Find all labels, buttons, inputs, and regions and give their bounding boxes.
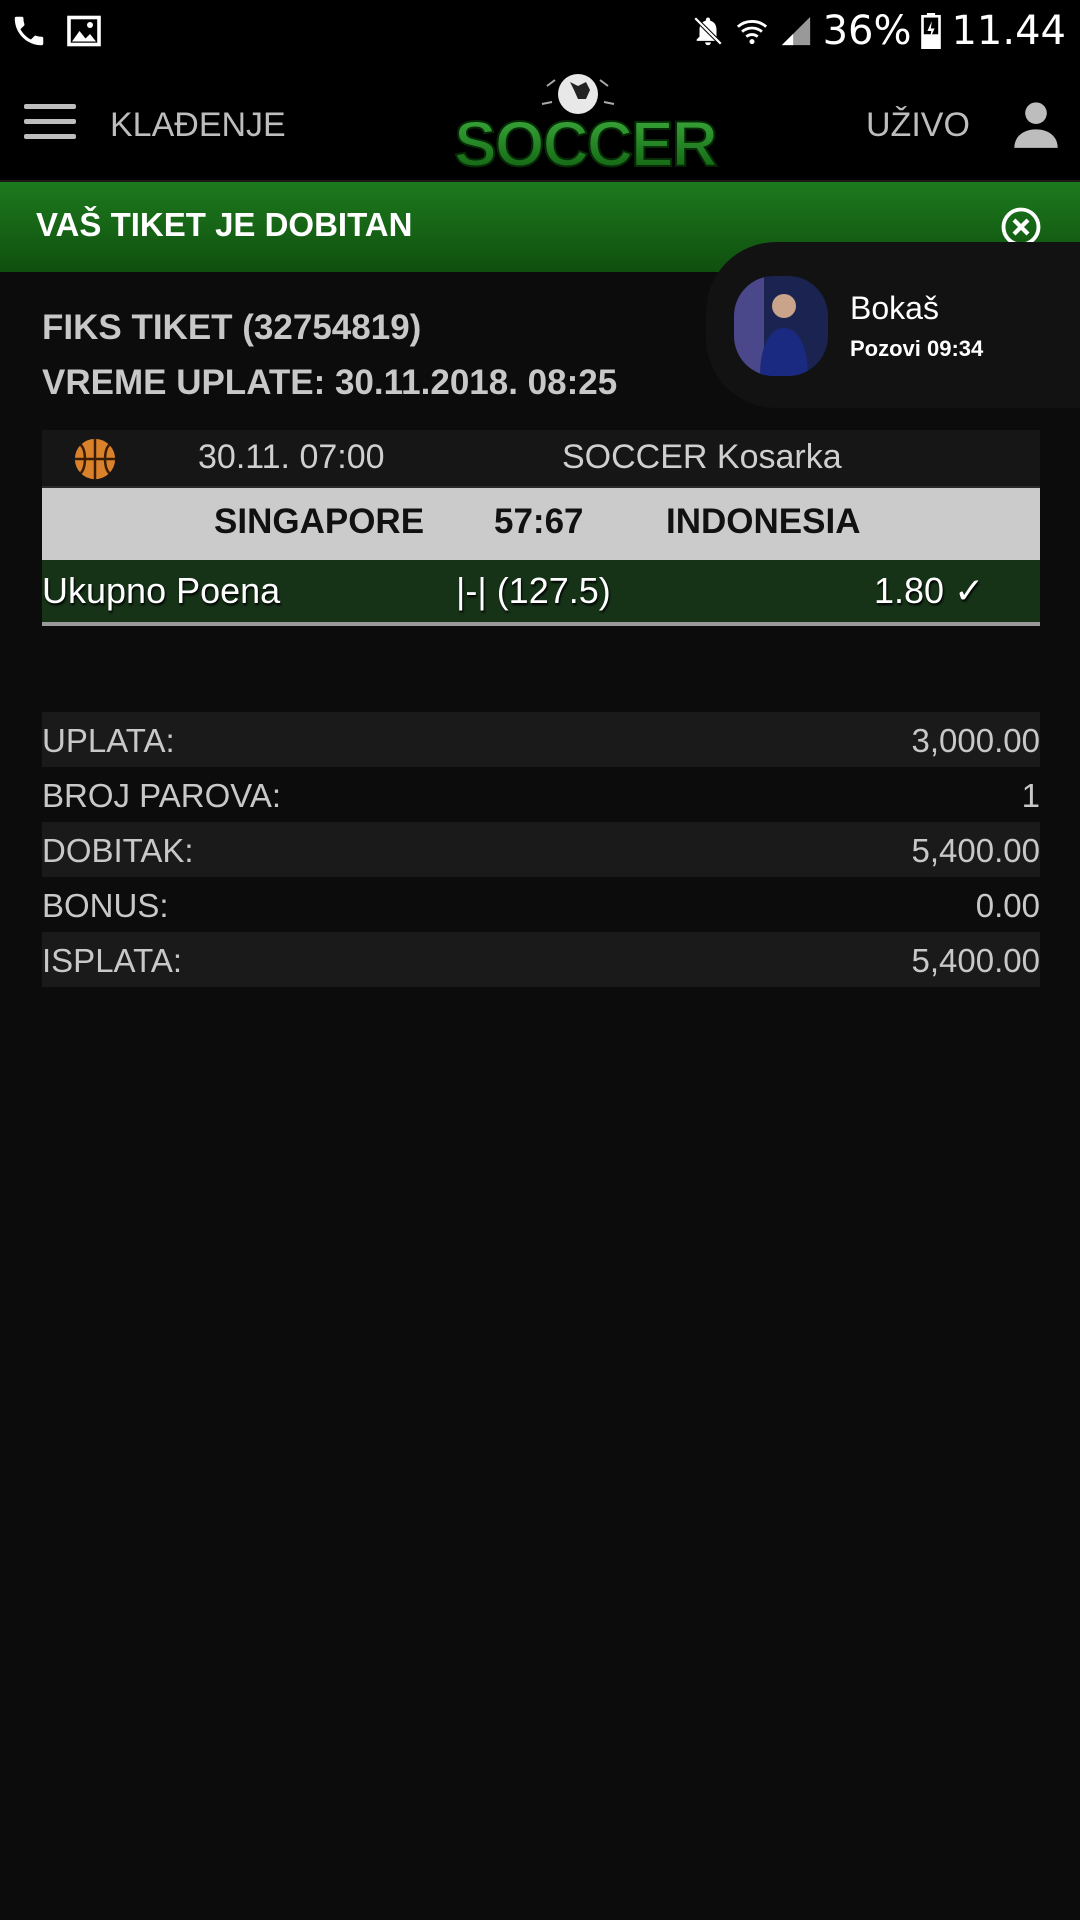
bet-odds: 1.80 ✓ <box>874 570 985 611</box>
user-account-icon[interactable] <box>1010 98 1062 150</box>
summary-row-pairs: BROJ PAROVA: 1 <box>42 767 1040 822</box>
summary-row-winnings: DOBITAK: 5,400.00 <box>42 822 1040 877</box>
away-team: INDONESIA <box>666 502 861 541</box>
signal-icon <box>781 16 810 46</box>
logo-text: SOCCER <box>454 108 717 178</box>
summary-row-payout: ISPLATA: 5,400.00 <box>42 932 1040 987</box>
bet-market: Ukupno Poena <box>42 570 281 611</box>
match-score: 57:67 <box>494 502 584 541</box>
match-datetime: 30.11. 07:00 <box>198 438 385 476</box>
summary-label: DOBITAK: <box>42 832 194 869</box>
match-teams-row: SINGAPORE 57:67 INDONESIA <box>42 488 1040 560</box>
battery-percent: 36% <box>822 8 912 54</box>
status-bar: 36% 11.44 <box>0 0 1080 62</box>
wifi-icon <box>736 20 767 45</box>
soccer-logo[interactable]: SOCCER <box>440 70 730 178</box>
match-league: SOCCER Kosarka <box>562 438 842 476</box>
summary-label: BONUS: <box>42 887 169 924</box>
summary-value: 0.00 <box>975 887 1040 924</box>
summary-value: 1 <box>1021 777 1040 814</box>
ticket-payment-time: VREME UPLATE: 30.11.2018. 08:25 <box>42 363 618 402</box>
nav-live-link[interactable]: UŽIVO <box>866 106 970 145</box>
summary-value: 5,400.00 <box>911 942 1040 979</box>
call-subtitle: Pozovi 09:34 <box>850 336 984 361</box>
phone-icon <box>14 16 44 46</box>
caller-name: Bokaš <box>850 290 939 326</box>
bet-pick-row: Ukupno Poena |-| (127.5) 1.80 ✓ <box>42 560 1040 626</box>
caller-avatar <box>734 276 828 376</box>
summary-label: ISPLATA: <box>42 942 182 979</box>
match-meta-row: 30.11. 07:00 SOCCER Kosarka <box>42 430 1040 488</box>
banner-title: VAŠ TIKET JE DOBITAN <box>36 206 413 243</box>
battery-icon <box>921 13 942 49</box>
app-header: KLAĐENJE SOCCER UŽIVO <box>0 62 1080 182</box>
summary-label: BROJ PAROVA: <box>42 777 281 814</box>
summary-row-bonus: BONUS: 0.00 <box>42 877 1040 932</box>
summary-row-stake: UPLATA: 3,000.00 <box>42 712 1040 767</box>
basketball-icon <box>74 438 116 480</box>
nav-betting-link[interactable]: KLAĐENJE <box>110 106 286 145</box>
summary-value: 3,000.00 <box>911 722 1040 759</box>
mute-icon <box>693 16 722 46</box>
image-notification-icon <box>67 15 101 47</box>
call-bubble[interactable]: Bokaš Pozovi 09:34 <box>706 242 1080 408</box>
clock: 11.44 <box>951 8 1066 54</box>
summary-value: 5,400.00 <box>911 832 1040 869</box>
hamburger-menu-icon[interactable] <box>24 104 76 140</box>
ticket-title: FIKS TIKET (32754819) <box>42 308 422 347</box>
match-card: 30.11. 07:00 SOCCER Kosarka SINGAPORE 57… <box>42 430 1040 626</box>
bet-pick: |-| (127.5) <box>456 570 611 611</box>
ticket-info: FIKS TIKET (32754819) VREME UPLATE: 30.1… <box>42 300 617 410</box>
home-team: SINGAPORE <box>214 502 425 541</box>
ticket-summary: UPLATA: 3,000.00 BROJ PAROVA: 1 DOBITAK:… <box>42 712 1040 987</box>
summary-label: UPLATA: <box>42 722 175 759</box>
